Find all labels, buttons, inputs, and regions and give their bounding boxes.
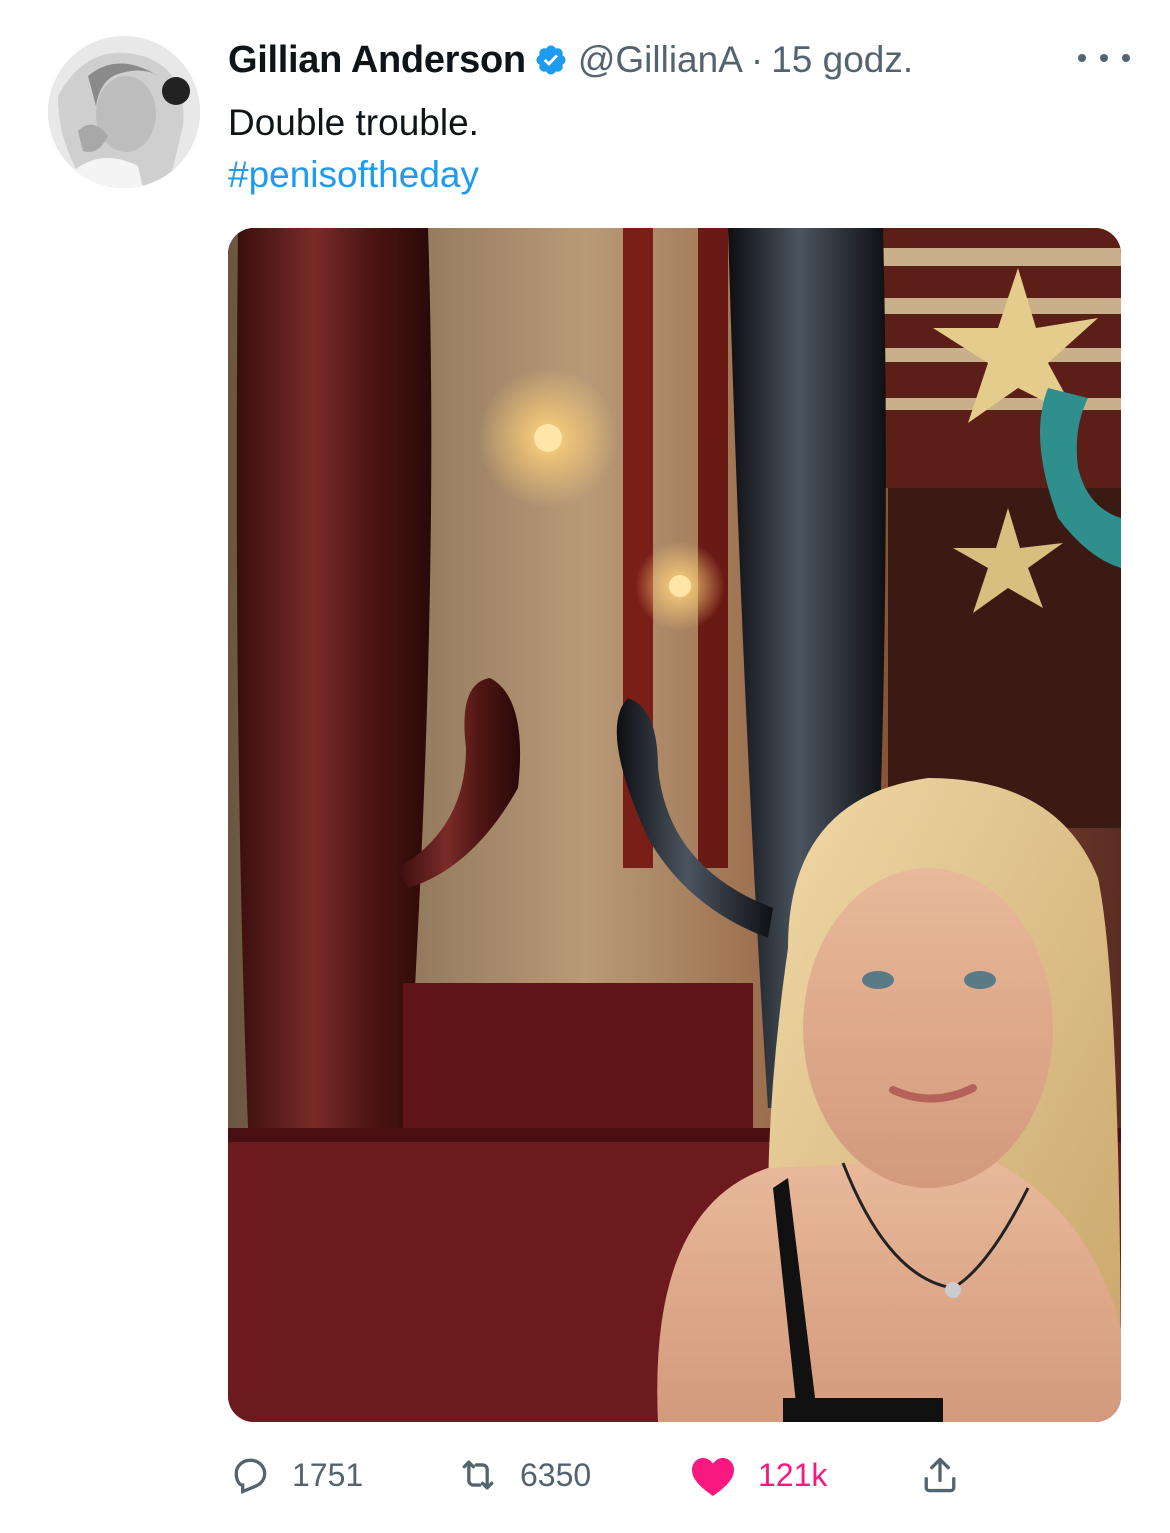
avatar-photo [48, 36, 200, 188]
author-name[interactable]: Gillian Anderson [228, 39, 526, 82]
like-button[interactable]: 121k [688, 1440, 827, 1510]
hashtag-link[interactable]: #penisoftheday [228, 150, 479, 200]
reply-icon [234, 1458, 267, 1494]
tweet-header: Gillian Anderson @GillianA · 15 godz. [228, 30, 1130, 90]
heart-icon [692, 1458, 734, 1496]
retweet-icon [462, 1460, 494, 1490]
reply-count: 1751 [292, 1456, 364, 1493]
reply-button[interactable]: 1751 [228, 1440, 363, 1510]
like-count: 121k [758, 1456, 828, 1493]
tweet-photo[interactable] [228, 228, 1121, 1422]
share-icon [924, 1457, 956, 1493]
author-handle[interactable]: @GillianA [578, 39, 743, 81]
retweet-button[interactable]: 6350 [456, 1440, 591, 1510]
verified-badge-icon [536, 45, 566, 75]
more-dots-icon[interactable] [1078, 38, 1130, 78]
share-button[interactable] [918, 1440, 962, 1510]
retweet-count: 6350 [520, 1456, 592, 1493]
tweet-actions: 1751 6350 121k [228, 1440, 1121, 1510]
photo-image [228, 228, 1121, 1422]
author-avatar[interactable] [48, 36, 200, 188]
tweet-text: Double trouble. [228, 102, 479, 143]
tweet-timestamp[interactable]: 15 godz. [771, 39, 913, 81]
meta-separator: · [750, 39, 764, 80]
